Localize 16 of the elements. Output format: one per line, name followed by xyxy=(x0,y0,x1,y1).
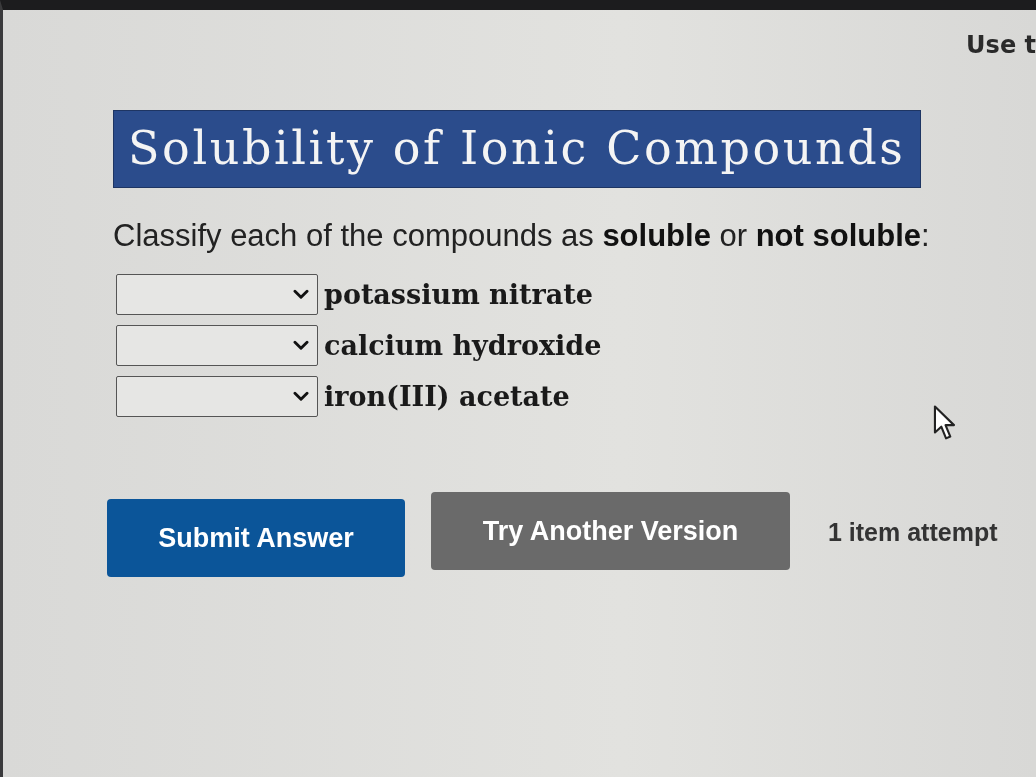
instruction-text: Classify each of the compounds as soluble or not soluble: xyxy=(113,218,930,254)
compound-name: potassium nitrate xyxy=(324,279,593,310)
attempts-text: 1 item attempt xyxy=(828,517,998,547)
compound-name: iron(III) acetate xyxy=(324,381,570,412)
chevron-down-icon xyxy=(293,289,309,300)
retry-button[interactable]: Try Another Version xyxy=(431,492,790,570)
answer-dropdown[interactable] xyxy=(116,325,318,366)
answer-dropdown[interactable] xyxy=(116,376,318,417)
question-title: Solubility of Ionic Compounds xyxy=(113,110,921,188)
instructions-link-text: Use t xyxy=(966,30,1036,60)
chevron-down-icon xyxy=(293,391,309,402)
mouse-pointer-icon xyxy=(933,405,957,441)
submit-button[interactable]: Submit Answer xyxy=(107,499,405,577)
chevron-down-icon xyxy=(293,340,309,351)
answer-dropdown[interactable] xyxy=(116,274,318,315)
compound-name: calcium hydroxide xyxy=(324,330,602,361)
